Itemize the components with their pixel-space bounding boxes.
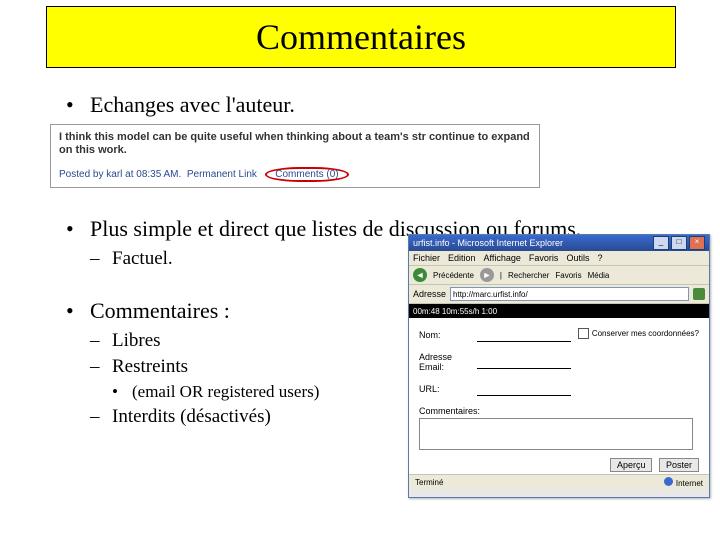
browser-window-title: urfist.info - Microsoft Internet Explore…	[413, 238, 563, 248]
email-label: Adresse Email:	[419, 352, 477, 372]
go-button[interactable]	[693, 288, 705, 300]
browser-menubar: Fichier Edition Affichage Favoris Outils…	[409, 251, 709, 266]
blog-body-text: I think this model can be quite useful w…	[59, 131, 531, 157]
remember-checkbox[interactable]	[578, 328, 589, 339]
name-input[interactable]	[477, 328, 571, 342]
slide-title-band: Commentaires	[46, 6, 676, 68]
back-button-icon[interactable]: ◄	[413, 268, 427, 282]
menu-favorites[interactable]: Favoris	[529, 253, 559, 263]
blog-meta: Posted by karl at 08:35 AM. Permanent Li…	[59, 167, 531, 182]
browser-infobar: 00m:48 10m:55s/h 1:00	[409, 304, 709, 318]
blog-posted-by: Posted by karl at 08:35 AM.	[59, 169, 181, 180]
browser-toolbar: ◄ Précédente ► | Rechercher Favoris Médi…	[409, 266, 709, 285]
comment-label: Commentaires:	[419, 406, 699, 416]
url-input[interactable]	[477, 382, 571, 396]
comment-form-page: Conserver mes coordonnées? Nom: Adresse …	[409, 318, 709, 474]
toolbar-separator: |	[500, 271, 502, 280]
minimize-button[interactable]: _	[653, 236, 669, 250]
internet-zone-icon	[664, 477, 673, 486]
search-button[interactable]: Rechercher	[508, 271, 549, 280]
forward-button-icon[interactable]: ►	[480, 268, 494, 282]
remember-checkbox-row[interactable]: Conserver mes coordonnées?	[578, 328, 699, 339]
submit-button[interactable]: Poster	[659, 458, 699, 472]
name-label: Nom:	[419, 330, 477, 340]
menu-help[interactable]: ?	[597, 253, 602, 263]
blog-snippet: I think this model can be quite useful w…	[50, 124, 540, 188]
address-label: Adresse	[413, 289, 446, 299]
url-label: URL:	[419, 384, 477, 394]
browser-statusbar: Terminé Internet	[409, 474, 709, 489]
menu-edit[interactable]: Edition	[448, 253, 476, 263]
back-button-label[interactable]: Précédente	[433, 271, 474, 280]
maximize-button[interactable]: □	[671, 236, 687, 250]
menu-tools[interactable]: Outils	[566, 253, 589, 263]
bullet-3-text: Commentaires :	[90, 298, 230, 323]
status-left: Terminé	[415, 478, 443, 487]
browser-address-bar: Adresse	[409, 285, 709, 304]
bullet-1-text: Echanges avec l'auteur.	[90, 92, 295, 117]
browser-window: urfist.info - Microsoft Internet Explore…	[408, 234, 710, 498]
blog-permalink[interactable]: Permanent Link	[187, 169, 257, 180]
status-right: Internet	[676, 479, 703, 488]
email-input[interactable]	[477, 355, 571, 369]
media-button[interactable]: Média	[588, 271, 610, 280]
address-input[interactable]	[450, 287, 689, 301]
browser-titlebar[interactable]: urfist.info - Microsoft Internet Explore…	[409, 235, 709, 251]
menu-view[interactable]: Affichage	[484, 253, 521, 263]
remember-label: Conserver mes coordonnées?	[592, 329, 699, 338]
menu-file[interactable]: Fichier	[413, 253, 440, 263]
comment-textarea[interactable]	[419, 418, 693, 450]
slide-title: Commentaires	[256, 16, 466, 58]
favorites-button[interactable]: Favoris	[555, 271, 581, 280]
preview-button[interactable]: Aperçu	[610, 458, 653, 472]
close-button[interactable]: ×	[689, 236, 705, 250]
blog-comments-link[interactable]: Comments (0)	[265, 167, 348, 182]
